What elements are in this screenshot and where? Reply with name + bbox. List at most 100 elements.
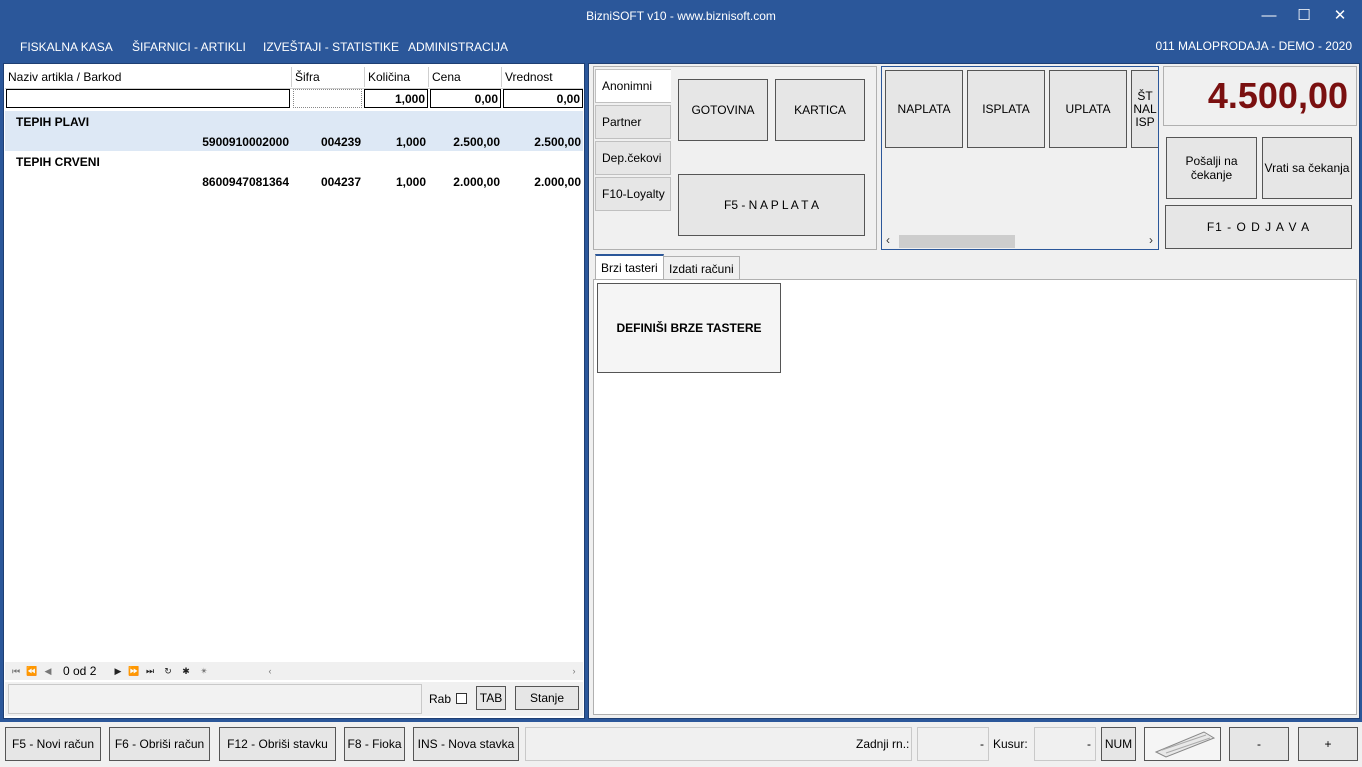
keyboard-icon[interactable] [1144,727,1221,761]
nav-prev-icon[interactable]: ◀ [41,664,55,678]
total-display: 4.500,00 [1163,66,1357,126]
payment-frame: Anonimni Partner Dep.čekovi F10-Loyalty … [593,66,877,250]
num-lock-indicator: NUM [1101,727,1136,761]
menu-izvestaji-statistike[interactable]: IZVEŠTAJI - STATISTIKE [263,40,399,54]
return-from-hold-button[interactable]: Vrati sa čekanja [1262,137,1352,199]
tab-izdati-racuni[interactable]: Izdati računi [663,256,740,280]
naplata-button[interactable]: NAPLATA [885,70,963,148]
maximize-icon[interactable]: ☐ [1289,6,1319,26]
delete-receipt-button[interactable]: F6 - Obriši račun [109,727,210,761]
last-receipt-label: Zadnji rn.: [856,737,910,751]
plus-button[interactable]: + [1298,727,1358,761]
scroll-left-icon[interactable]: ‹ [886,233,890,247]
uplata-button[interactable]: UPLATA [1049,70,1127,148]
send-to-hold-button[interactable]: Pošalji na čekanje [1166,137,1257,199]
title-bar: BizniSOFT v10 - www.biznisoft.com — ☐ ✕ [0,0,1362,32]
menu-bar: FISKALNA KASA ŠIFARNICI - ARTIKLI IZVEŠT… [0,32,1362,59]
receipt-panel: Naziv artikla / Barkod Šifra Količina Ce… [3,63,585,719]
tab-anonimni[interactable]: Anonimni [595,69,671,103]
menu-sifarnici-artikli[interactable]: ŠIFARNICI - ARTIKLI [132,40,246,54]
scroll-right-icon[interactable]: › [567,664,581,678]
new-receipt-button[interactable]: F5 - Novi račun [5,727,101,761]
item-qty: 1,000 [395,135,426,149]
rab-label: Rab [429,692,452,706]
scroll-right-icon[interactable]: › [1149,233,1153,247]
record-navigator: ⏮ ⏪ ◀ 0 od 2 ▶ ⏩ ⏭ ↻ ✱ ✴ ‹ › [5,662,583,680]
item-qty: 1,000 [395,175,426,189]
item-barcode: 5900910002000 [202,135,289,149]
refresh-icon[interactable]: ↻ [161,664,175,678]
item-name: TEPIH CRVENI [16,155,100,169]
tab-brzi-tasteri[interactable]: Brzi tasteri [595,254,664,280]
filter-qty-input[interactable]: 1,000 [364,89,428,108]
window-title: BizniSOFT v10 - www.biznisoft.com [586,9,776,23]
nav-first-icon[interactable]: ⏮ [9,664,23,678]
insert-icon[interactable]: ✱ [179,664,193,678]
new-item-button[interactable]: INS - Nova stavka [413,727,519,761]
column-header-value[interactable]: Vrednost [501,67,583,87]
table-row[interactable]: TEPIH CRVENI 8600947081364 004237 1,000 … [5,151,583,191]
status-spacer [525,727,912,761]
horizontal-scrollbar[interactable]: ‹ › [883,233,1157,249]
drawer-button[interactable]: F8 - Fioka [344,727,405,761]
filter-name-input[interactable] [6,89,290,108]
item-code: 004237 [320,175,361,189]
table-row[interactable]: TEPIH PLAVI 5900910002000 004239 1,000 2… [5,111,583,151]
filter-value-input[interactable]: 0,00 [503,89,583,108]
item-price: 2.000,00 [453,175,500,189]
isplata-button[interactable]: ISPLATA [967,70,1045,148]
filter-code-input[interactable] [293,89,362,108]
tab-button[interactable]: TAB [476,686,506,710]
close-icon[interactable]: ✕ [1325,6,1355,26]
barcode-input[interactable] [8,684,422,714]
item-code: 004239 [320,135,361,149]
change-label: Kusur: [993,737,1028,751]
stanje-button[interactable]: Stanje [515,686,579,710]
last-receipt-value: - [917,727,989,761]
rab-checkbox[interactable] [456,693,467,704]
menu-administracija[interactable]: ADMINISTRACIJA [408,40,508,54]
column-header-qty[interactable]: Količina [364,67,428,87]
quick-keys-area: DEFINIŠI BRZE TASTERE [593,279,1357,715]
column-header-code[interactable]: Šifra [291,67,364,87]
content-tabs: Brzi tasteri Izdati računi [593,254,1357,280]
grid-footer: Rab TAB Stanje [5,682,583,716]
nav-prev-page-icon[interactable]: ⏪ [25,664,39,678]
grid-header: Naziv artikla / Barkod Šifra Količina Ce… [5,65,583,89]
total-amount: 4.500,00 [1207,75,1348,116]
payment-panel: Anonimni Partner Dep.čekovi F10-Loyalty … [588,63,1360,719]
scroll-left-icon[interactable]: ‹ [263,664,277,678]
record-count: 0 od 2 [63,664,97,678]
item-name: TEPIH PLAVI [16,115,90,129]
append-icon[interactable]: ✴ [197,664,211,678]
logout-button[interactable]: F1 - O D J A V A [1165,205,1352,249]
pay-button[interactable]: F5 - N A P L A T A [678,174,865,236]
delete-item-button[interactable]: F12 - Obriši stavku [219,727,336,761]
nav-last-icon[interactable]: ⏭ [143,664,157,678]
item-value: 2.000,00 [534,175,581,189]
cash-actions-frame: NAPLATA ISPLATA UPLATA ŠT NAL ISP ‹ › [881,66,1159,250]
nav-next-page-icon[interactable]: ⏩ [127,664,141,678]
tab-loyalty[interactable]: F10-Loyalty [595,177,671,211]
scrollbar-thumb[interactable] [899,235,1015,248]
define-quick-keys-button[interactable]: DEFINIŠI BRZE TASTERE [597,283,781,373]
filter-row: 1,000 0,00 0,00 [5,89,583,109]
minus-button[interactable]: - [1229,727,1289,761]
tab-dep-cekovi[interactable]: Dep.čekovi [595,141,671,175]
item-price: 2.500,00 [453,135,500,149]
menu-fiskalna-kasa[interactable]: FISKALNA KASA [20,40,113,54]
card-button[interactable]: KARTICA [775,79,865,141]
tab-partner[interactable]: Partner [595,105,671,139]
company-label: 011 MALOPRODAJA - DEMO - 2020 [1155,39,1352,53]
item-barcode: 8600947081364 [202,175,289,189]
minimize-icon[interactable]: — [1254,6,1284,26]
column-header-price[interactable]: Cena [428,67,501,87]
column-header-name[interactable]: Naziv artikla / Barkod [5,67,291,87]
nav-next-icon[interactable]: ▶ [111,664,125,678]
item-value: 2.500,00 [534,135,581,149]
status-bar: F5 - Novi račun F6 - Obriši račun F12 - … [0,722,1362,767]
storno-nalog-button[interactable]: ŠT NAL ISP [1131,70,1158,148]
change-value: - [1034,727,1096,761]
filter-price-input[interactable]: 0,00 [430,89,501,108]
cash-button[interactable]: GOTOVINA [678,79,768,141]
